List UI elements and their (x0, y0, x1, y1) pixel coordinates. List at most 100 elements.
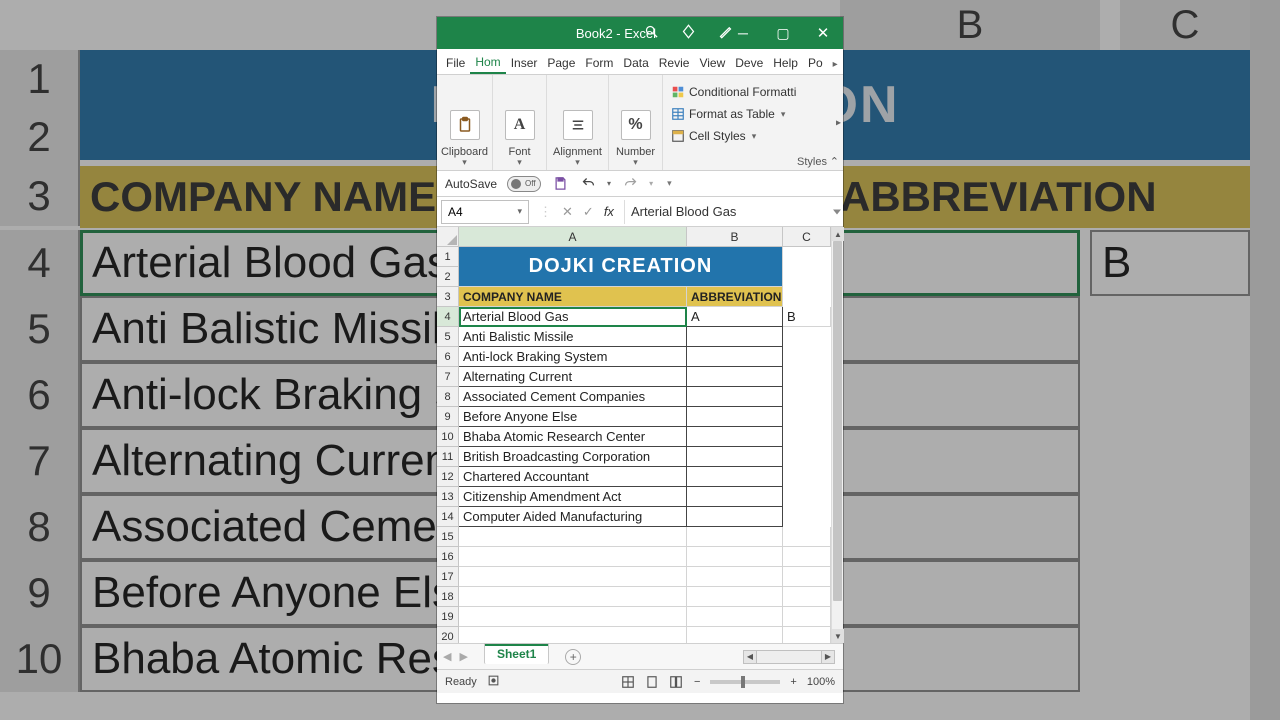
empty-cell[interactable] (459, 547, 687, 567)
empty-cell[interactable] (459, 527, 687, 547)
cell-abbreviation[interactable] (687, 367, 783, 387)
cancel-icon[interactable]: ✕ (562, 204, 573, 220)
zoom-in-icon[interactable]: + (790, 676, 796, 688)
normal-view-icon[interactable] (620, 674, 636, 690)
col-header-B[interactable]: B (687, 227, 783, 247)
row-header[interactable]: 8 (437, 387, 459, 407)
name-box[interactable]: A4 ▾ (441, 200, 529, 224)
row-header[interactable]: 12 (437, 467, 459, 487)
row-header[interactable]: 18 (437, 587, 459, 607)
tab-review[interactable]: Revie (654, 52, 695, 74)
row-header[interactable]: 9 (437, 407, 459, 427)
cell-abbreviation[interactable] (687, 467, 783, 487)
tab-page[interactable]: Page (542, 52, 580, 74)
scroll-up-icon[interactable]: ▲ (832, 227, 844, 241)
cell-company-name[interactable]: Associated Cement Companies (459, 387, 687, 407)
redo-chevron-icon[interactable]: ▾ (649, 179, 653, 188)
cell-abbreviation[interactable] (687, 387, 783, 407)
next-sheet-icon[interactable]: ▶ (459, 650, 467, 663)
autosave-toggle[interactable]: Off (507, 176, 541, 192)
row-header[interactable]: 3 (437, 287, 459, 307)
tabs-overflow-icon[interactable]: ▸ (828, 55, 843, 74)
row-header[interactable]: 4 (437, 307, 459, 327)
sheet-tab[interactable]: Sheet1 (484, 643, 549, 664)
collapse-ribbon-icon[interactable]: ⌃ (830, 155, 839, 168)
cell-abbreviation[interactable] (687, 407, 783, 427)
row-header[interactable]: 19 (437, 607, 459, 627)
conditional-formatting-button[interactable]: Conditional Formatti (669, 81, 837, 103)
scroll-left-icon[interactable]: ◀ (743, 650, 757, 664)
header-abbreviation[interactable]: ABBREVIATION (687, 287, 783, 307)
row-header[interactable]: 11 (437, 447, 459, 467)
cell-abbreviation[interactable] (687, 487, 783, 507)
group-alignment[interactable]: Alignment ▾ (547, 75, 609, 170)
group-clipboard[interactable]: Clipboard ▾ (437, 75, 493, 170)
row-header[interactable]: 7 (437, 367, 459, 387)
cell-abbreviation[interactable] (687, 507, 783, 527)
page-break-icon[interactable] (668, 674, 684, 690)
spreadsheet-grid[interactable]: A B C 1234567891011121314151617181920 DO… (437, 227, 843, 643)
row-header[interactable]: 6 (437, 347, 459, 367)
add-sheet-button[interactable]: + (565, 649, 581, 665)
tab-formulas[interactable]: Form (580, 52, 618, 74)
cell-company-name[interactable]: Computer Aided Manufacturing (459, 507, 687, 527)
empty-cell[interactable] (783, 607, 831, 627)
hscroll-track[interactable] (757, 650, 821, 664)
empty-cell[interactable] (459, 607, 687, 627)
empty-cell[interactable] (687, 587, 783, 607)
title-cell[interactable]: DOJKI CREATION (459, 247, 783, 287)
customize-qat-icon[interactable]: ▾ (667, 178, 672, 189)
close-button[interactable]: ✕ (803, 17, 843, 49)
redo-icon[interactable] (621, 175, 639, 193)
cell-company-name[interactable]: British Broadcasting Corporation (459, 447, 687, 467)
prev-sheet-icon[interactable]: ◀ (443, 650, 451, 663)
row-header[interactable]: 1 (437, 247, 459, 267)
cell-abbreviation[interactable] (687, 347, 783, 367)
row-header[interactable]: 2 (437, 267, 459, 287)
empty-cell[interactable] (783, 527, 831, 547)
cell-company-name[interactable]: Citizenship Amendment Act (459, 487, 687, 507)
page-layout-icon[interactable] (644, 674, 660, 690)
cell-company-name[interactable]: Bhaba Atomic Research Center (459, 427, 687, 447)
vertical-scrollbar[interactable]: ▲ ▼ (831, 227, 843, 643)
group-font[interactable]: A Font ▾ (493, 75, 547, 170)
empty-cell[interactable] (687, 567, 783, 587)
empty-cell[interactable] (459, 567, 687, 587)
cell-styles-button[interactable]: Cell Styles ▾ (669, 125, 837, 147)
empty-cell[interactable] (783, 567, 831, 587)
cell-company-name[interactable]: Anti Balistic Missile (459, 327, 687, 347)
scroll-down-icon[interactable]: ▼ (832, 629, 844, 643)
empty-cell[interactable] (783, 547, 831, 567)
tab-view[interactable]: View (694, 52, 730, 74)
cell-abbreviation[interactable] (687, 327, 783, 347)
tab-developer[interactable]: Deve (730, 52, 768, 74)
enter-icon[interactable]: ✓ (583, 204, 594, 220)
scroll-thumb[interactable] (833, 241, 842, 601)
scroll-right-icon[interactable]: ▶ (821, 650, 835, 664)
zoom-level[interactable]: 100% (807, 676, 835, 688)
maximize-button[interactable]: ▢ (763, 17, 803, 49)
save-icon[interactable] (551, 175, 569, 193)
formula-input[interactable]: Arterial Blood Gas (624, 200, 843, 224)
tab-help[interactable]: Help (768, 52, 803, 74)
cell-company-name[interactable]: Before Anyone Else (459, 407, 687, 427)
row-header[interactable]: 10 (437, 427, 459, 447)
col-header-C[interactable]: C (783, 227, 831, 247)
cell-company-name[interactable]: Chartered Accountant (459, 467, 687, 487)
tab-insert[interactable]: Inser (506, 52, 543, 74)
empty-cell[interactable] (459, 587, 687, 607)
col-header-A[interactable]: A (459, 227, 687, 247)
undo-icon[interactable] (579, 175, 597, 193)
tab-file[interactable]: File (441, 52, 470, 74)
row-header[interactable]: 15 (437, 527, 459, 547)
header-company-name[interactable]: COMPANY NAME (459, 287, 687, 307)
cell-abbreviation[interactable] (687, 427, 783, 447)
empty-cell[interactable] (783, 587, 831, 607)
tab-power[interactable]: Po (803, 52, 828, 74)
cell-abbreviation[interactable]: A (687, 307, 783, 327)
horizontal-scrollbar[interactable]: ◀ ▶ (743, 650, 835, 664)
cell-company-name[interactable]: Alternating Current (459, 367, 687, 387)
undo-chevron-icon[interactable]: ▾ (607, 179, 611, 188)
zoom-out-icon[interactable]: − (694, 676, 700, 688)
tab-home[interactable]: Hom (470, 51, 505, 74)
